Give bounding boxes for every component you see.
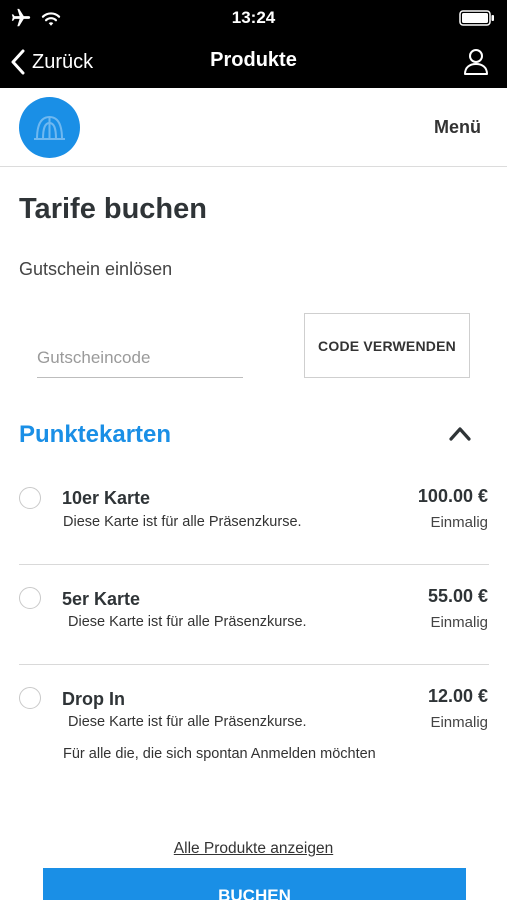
product-price: 12.00 € — [427, 686, 488, 706]
logo[interactable] — [19, 97, 80, 158]
use-code-button[interactable]: CODE VERWENDEN — [304, 313, 470, 378]
logo-icon — [34, 115, 65, 140]
product-price: 55.00 € — [427, 586, 488, 606]
product-frequency: Einmalig — [430, 714, 488, 731]
divider — [19, 664, 489, 665]
product-price: 100.00 € — [417, 486, 488, 506]
voucher-heading: Gutschein einlösen — [19, 259, 173, 279]
chevron-left-icon — [11, 49, 25, 75]
all-products-link[interactable]: Alle Produkte anzeigen — [0, 840, 507, 858]
product-name: 5er Karte — [62, 589, 141, 609]
battery-icon — [459, 10, 494, 26]
back-button[interactable]: Zurück — [10, 48, 93, 76]
section-title[interactable]: Punktekarten — [19, 421, 171, 449]
product-frequency: Einmalig — [430, 614, 488, 631]
product-name: Drop In — [62, 689, 125, 709]
product-extra-note: Für alle die, die sich spontan Anmelden … — [63, 746, 376, 762]
back-button-label: Zurück — [32, 50, 94, 73]
product-description: Diese Karte ist für alle Präsenzkurse. — [68, 614, 307, 630]
voucher-code-input[interactable] — [37, 338, 243, 378]
product-radio[interactable] — [19, 487, 41, 509]
menu-button[interactable]: Menü — [434, 117, 481, 138]
product-radio[interactable] — [19, 687, 41, 709]
book-button[interactable]: BUCHEN — [43, 868, 466, 900]
divider — [19, 564, 489, 565]
page-title: Tarife buchen — [19, 193, 207, 225]
product-description: Diese Karte ist für alle Präsenzkurse. — [68, 714, 307, 730]
product-radio[interactable] — [19, 587, 41, 609]
site-header: Menü — [0, 88, 507, 167]
product-frequency: Einmalig — [430, 514, 488, 531]
product-description: Diese Karte ist für alle Präsenzkurse. — [63, 514, 302, 530]
nav-bar: Zurück Produkte — [0, 36, 507, 88]
product-name: 10er Karte — [62, 488, 151, 508]
status-time: 13:24 — [231, 8, 276, 27]
user-icon[interactable] — [463, 48, 489, 76]
chevron-up-icon[interactable] — [447, 422, 473, 444]
status-bar: 13:24 — [0, 0, 507, 36]
